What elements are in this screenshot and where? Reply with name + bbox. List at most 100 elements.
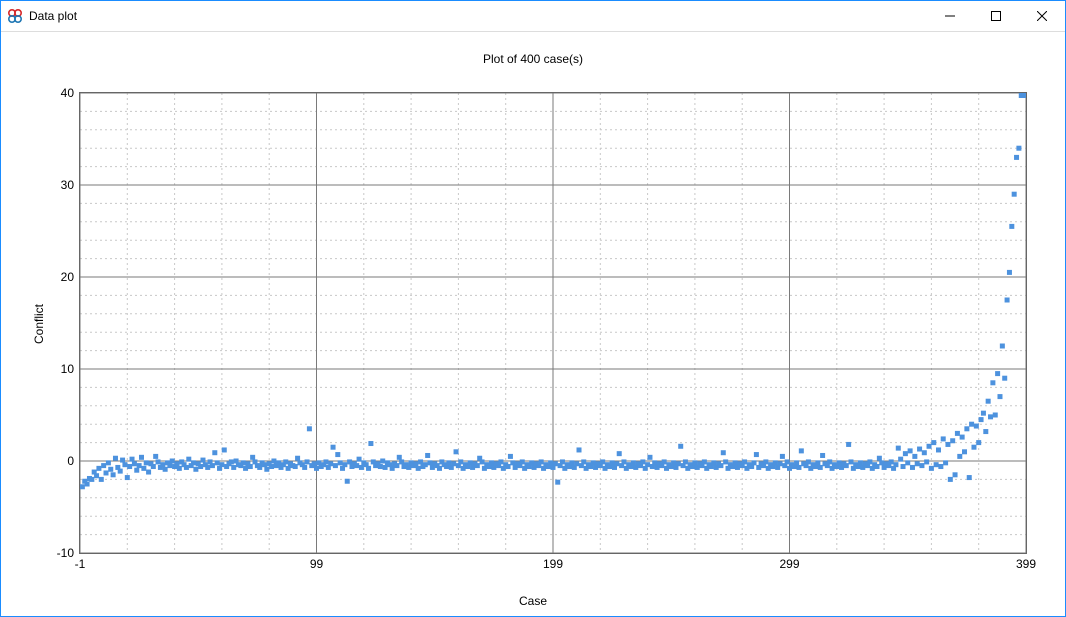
- data-point: [711, 460, 716, 465]
- data-point: [560, 459, 565, 464]
- data-point: [1007, 270, 1012, 275]
- data-point: [917, 447, 922, 452]
- data-point: [437, 466, 442, 471]
- data-point: [600, 459, 605, 464]
- data-point: [210, 463, 215, 468]
- data-point: [368, 441, 373, 446]
- close-button[interactable]: [1019, 1, 1065, 31]
- data-point: [506, 464, 511, 469]
- data-point: [323, 459, 328, 464]
- data-point: [248, 464, 253, 469]
- titlebar[interactable]: Data plot: [1, 1, 1065, 32]
- data-point: [163, 467, 168, 472]
- data-point: [1005, 298, 1010, 303]
- data-point: [359, 465, 364, 470]
- data-point: [262, 462, 267, 467]
- data-point: [848, 459, 853, 464]
- data-point: [406, 465, 411, 470]
- data-point: [778, 461, 783, 466]
- data-point: [938, 464, 943, 469]
- x-tick-label: 199: [543, 557, 563, 571]
- data-point: [555, 480, 560, 485]
- data-point: [510, 460, 515, 465]
- data-point: [953, 472, 958, 477]
- data-point: [413, 461, 418, 466]
- data-point: [271, 459, 276, 464]
- data-point: [451, 461, 456, 466]
- data-point: [250, 455, 255, 460]
- data-point: [118, 469, 123, 474]
- data-point: [981, 411, 986, 416]
- data-point: [335, 452, 340, 457]
- data-point: [893, 462, 898, 467]
- data-point: [931, 440, 936, 445]
- data-point: [948, 477, 953, 482]
- data-point: [212, 450, 217, 455]
- data-point: [331, 445, 336, 450]
- y-tick-label: -10: [57, 546, 74, 560]
- data-point: [480, 459, 485, 464]
- data-point: [645, 462, 650, 467]
- data-point: [94, 473, 99, 478]
- maximize-button[interactable]: [973, 1, 1019, 31]
- data-point: [193, 467, 198, 472]
- data-point: [927, 444, 932, 449]
- data-point: [144, 460, 149, 465]
- data-point: [820, 453, 825, 458]
- data-point: [295, 456, 300, 461]
- data-point: [243, 466, 248, 471]
- data-point: [205, 465, 210, 470]
- x-axis-label: Case: [1, 594, 1065, 608]
- data-point: [993, 413, 998, 418]
- data-point: [962, 449, 967, 454]
- data-point: [198, 464, 203, 469]
- data-point: [380, 459, 385, 464]
- data-point: [390, 466, 395, 471]
- data-point: [137, 463, 142, 468]
- data-point: [229, 459, 234, 464]
- data-point: [174, 461, 179, 466]
- data-point: [908, 448, 913, 453]
- data-point: [879, 460, 884, 465]
- data-point: [305, 459, 310, 464]
- data-point: [617, 451, 622, 456]
- data-point: [924, 459, 929, 464]
- data-point: [1014, 155, 1019, 160]
- data-point: [153, 454, 158, 459]
- chart-container: Plot of 400 case(s) Conflict Case -10010…: [1, 32, 1065, 616]
- data-point: [889, 459, 894, 464]
- data-point: [875, 464, 880, 469]
- data-point: [423, 462, 428, 467]
- data-point: [846, 442, 851, 447]
- y-tick-label: 30: [61, 178, 74, 192]
- data-point: [967, 475, 972, 480]
- data-point: [957, 454, 962, 459]
- data-point: [960, 435, 965, 440]
- data-point: [910, 465, 915, 470]
- data-point: [130, 457, 135, 462]
- data-point: [553, 461, 558, 466]
- data-point: [257, 465, 262, 470]
- minimize-button[interactable]: [927, 1, 973, 31]
- data-point: [983, 429, 988, 434]
- data-point: [96, 466, 101, 471]
- data-point: [354, 463, 359, 468]
- data-point: [312, 461, 317, 466]
- x-tick-label: 99: [310, 557, 323, 571]
- data-point: [591, 460, 596, 465]
- y-tick-label: 40: [61, 86, 74, 100]
- data-point: [799, 448, 804, 453]
- data-point: [581, 459, 586, 464]
- data-point: [342, 462, 347, 467]
- data-point: [222, 447, 227, 452]
- plot-area[interactable]: -10010203040-199199299399: [79, 92, 1027, 554]
- data-point: [170, 459, 175, 464]
- data-point: [806, 459, 811, 464]
- data-point: [964, 426, 969, 431]
- data-point: [345, 479, 350, 484]
- data-point: [1024, 93, 1027, 98]
- data-point: [678, 444, 683, 449]
- data-point: [936, 447, 941, 452]
- data-point: [941, 436, 946, 441]
- data-point: [520, 459, 525, 464]
